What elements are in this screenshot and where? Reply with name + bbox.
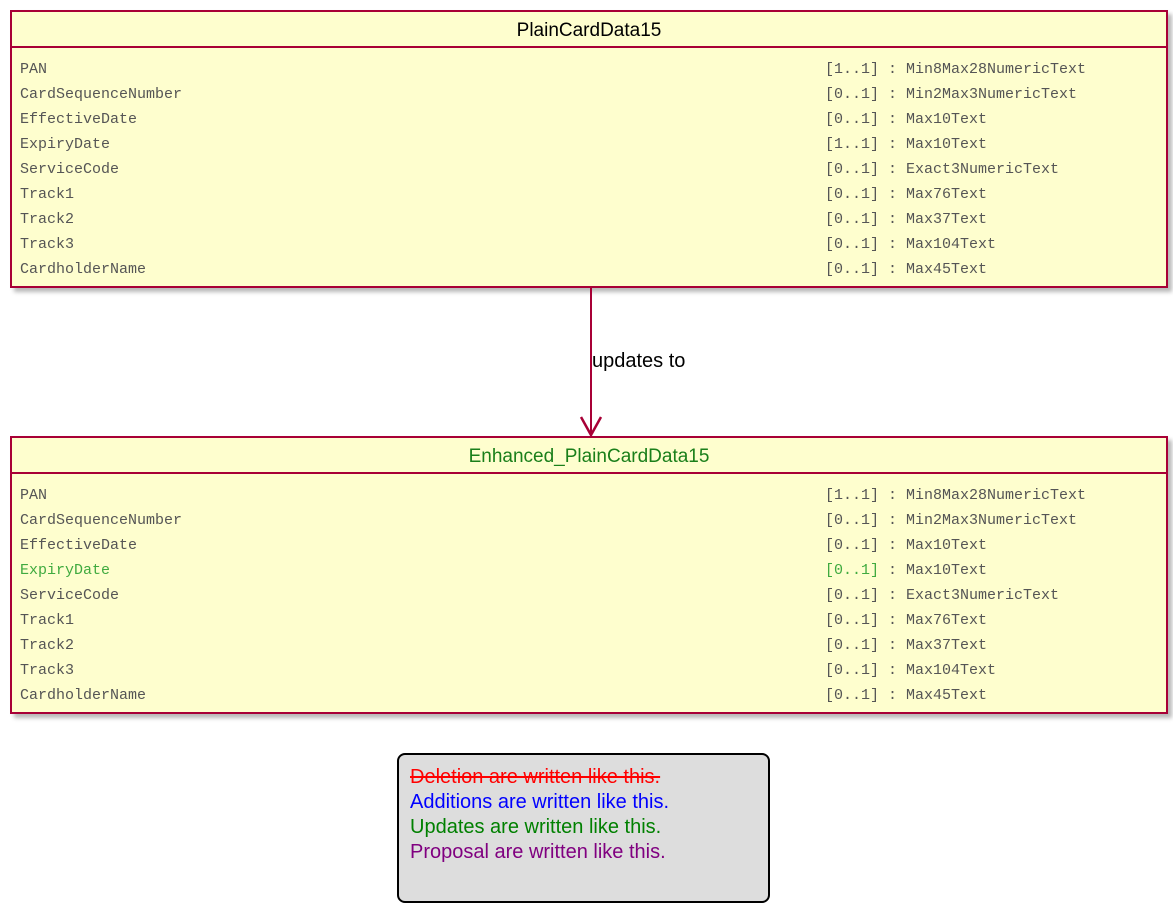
attribute-multiplicity: [0..1] <box>825 587 880 604</box>
attribute-row: EffectiveDate [0..1] : Max10Text <box>20 533 1158 558</box>
attribute-multiplicity: [0..1] <box>825 687 880 704</box>
legend-addition: Additions are written like this. <box>410 791 670 813</box>
attribute-type: Max37Text <box>906 637 988 654</box>
legend-update: Updates are written like this. <box>410 816 662 838</box>
legend-box: Deletion are written like this. Addition… <box>397 753 770 903</box>
attribute-name: CardholderName <box>20 687 147 704</box>
attribute-row: Track2 [0..1] : Max37Text <box>20 633 1158 658</box>
attribute-multiplicity: [0..1] <box>825 537 880 554</box>
attribute-type: Max10Text <box>906 537 988 554</box>
attribute-name: ServiceCode <box>20 587 120 604</box>
attribute-row: ExpiryDate [0..1] : Max10Text <box>20 558 1158 583</box>
attribute-name: Track3 <box>20 662 75 679</box>
attribute-multiplicity: [0..1] <box>825 512 880 529</box>
legend-deletion: Deletion are written like this. <box>410 766 661 788</box>
attribute-type: Max10Text <box>906 562 988 579</box>
attribute-type: Exact3NumericText <box>906 587 1060 604</box>
attribute-type: Max104Text <box>906 662 997 679</box>
target-class-title: Enhanced_PlainCardData15 <box>12 438 1166 474</box>
attribute-name: Track1 <box>20 612 75 629</box>
attribute-type: Max76Text <box>906 612 988 629</box>
attribute-row: PAN [1..1] : Min8Max28NumericText <box>20 483 1158 508</box>
attribute-row: Track1 [0..1] : Max76Text <box>20 608 1158 633</box>
attribute-name: CardSequenceNumber <box>20 512 183 529</box>
attribute-type: Min8Max28NumericText <box>906 487 1087 504</box>
attribute-name: PAN <box>20 487 48 504</box>
attribute-name: EffectiveDate <box>20 537 138 554</box>
attribute-row: Track3 [0..1] : Max104Text <box>20 658 1158 683</box>
attribute-type: Min2Max3NumericText <box>906 512 1078 529</box>
attribute-name: ExpiryDate <box>20 562 111 579</box>
legend-proposal: Proposal are written like this. <box>410 841 666 863</box>
attribute-multiplicity: [0..1] <box>825 612 880 629</box>
attribute-row: CardSequenceNumber [0..1] : Min2Max3Numer… <box>20 508 1158 533</box>
attribute-multiplicity: [0..1] <box>825 562 880 579</box>
attribute-multiplicity: [0..1] <box>825 662 880 679</box>
attribute-row: ServiceCode [0..1] : Exact3NumericText <box>20 583 1158 608</box>
edge-label: updates to <box>592 350 686 372</box>
attribute-name: Track2 <box>20 637 75 654</box>
attribute-multiplicity: [1..1] <box>825 487 880 504</box>
target-class-box: Enhanced_PlainCardData15 PAN [1..1] : Min… <box>10 436 1168 714</box>
attribute-row: CardholderName [0..1] : Max45Text <box>20 683 1158 708</box>
attribute-multiplicity: [0..1] <box>825 637 880 654</box>
target-attribute-list: PAN [1..1] : Min8Max28NumericText CardSequ… <box>12 474 1166 708</box>
attribute-type: Max45Text <box>906 687 988 704</box>
